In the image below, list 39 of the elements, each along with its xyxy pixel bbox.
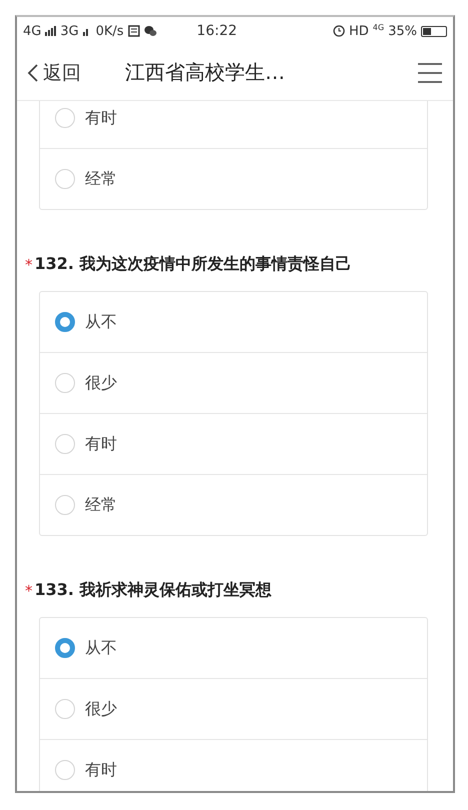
radio-button[interactable]	[55, 495, 75, 515]
chat-icon	[144, 25, 157, 37]
alarm-icon	[333, 25, 345, 37]
radio-button[interactable]	[55, 638, 75, 658]
network-label: 4G	[23, 24, 42, 38]
notification-icon	[128, 25, 140, 37]
option-label[interactable]: 从不	[85, 638, 117, 658]
option-label[interactable]: 有时	[85, 760, 117, 780]
question-title: 133. 我祈求神灵保佑或打坐冥想	[34, 580, 272, 601]
option-label[interactable]: 经常	[85, 168, 117, 190]
network-label: 4G	[372, 23, 384, 32]
option-label[interactable]: 很少	[85, 372, 117, 394]
back-icon[interactable]	[27, 62, 39, 82]
option-label[interactable]: 有时	[85, 108, 117, 128]
clock-time: 16:22	[196, 23, 238, 39]
back-button[interactable]: 返回	[27, 60, 81, 86]
question-title: 132. 我为这次疫情中所发生的事情责怪自己	[34, 254, 352, 275]
battery-percent: 35%	[388, 24, 417, 38]
option-label[interactable]: 从不	[85, 312, 117, 332]
menu-icon[interactable]	[417, 62, 443, 84]
option-label[interactable]: 有时	[85, 434, 117, 454]
radio-button[interactable]	[55, 312, 75, 332]
network-label: 3G	[60, 24, 79, 38]
radio-button[interactable]	[55, 699, 75, 719]
page-title: 江西省高校学生…	[125, 59, 285, 86]
signal-icon	[82, 26, 88, 36]
required-mark: *	[25, 582, 32, 600]
required-mark: *	[25, 256, 32, 274]
signal-icon	[45, 26, 56, 36]
radio-button[interactable]	[55, 373, 75, 393]
option-label[interactable]: 经常	[85, 494, 117, 516]
radio-button[interactable]	[55, 760, 75, 780]
speed-label: 0K/s	[96, 24, 124, 38]
radio-button[interactable]	[55, 434, 75, 454]
radio-button[interactable]	[55, 108, 75, 128]
option-label[interactable]: 很少	[85, 698, 117, 720]
radio-button[interactable]	[55, 169, 75, 189]
battery-icon	[421, 26, 447, 36]
hd-label: HD	[349, 24, 369, 38]
